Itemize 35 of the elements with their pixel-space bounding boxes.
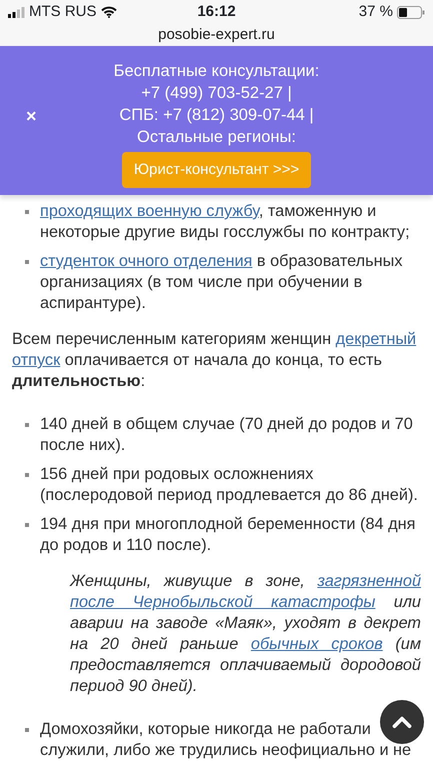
scroll-top-button[interactable]	[380, 700, 424, 744]
clock-time: 16:12	[197, 2, 236, 22]
banner-text: Бесплатные консультации:	[114, 62, 320, 80]
banner-text: Остальные регионы:	[137, 128, 296, 146]
carrier-name: MTS RUS	[29, 2, 96, 22]
banner-text: +7 (499) 703-52-27 |	[141, 84, 292, 102]
text-link[interactable]: после Чернобыльской катастрофы	[70, 593, 376, 611]
wifi-icon	[100, 6, 116, 18]
list-item-text: 194 дня при многоплодной беременности (84 дня до родов и 110 после).	[40, 515, 416, 554]
text-link[interactable]: обычных сроков	[250, 635, 383, 653]
battery-percent: 37 %	[358, 2, 393, 22]
bullet-mark	[25, 728, 29, 732]
list-item-text: 156 дней при родовых осложнениях (послеродовой период продлевается до 86 дней).	[40, 465, 418, 504]
battery-icon	[397, 6, 425, 18]
text-link[interactable]: студенток очного отделения	[40, 252, 252, 270]
bullet-mark	[25, 210, 29, 214]
bullet-mark	[25, 260, 29, 264]
list-item-text: 140 дней в общем случае (70 дней до родов и 70 после них).	[40, 415, 413, 454]
bullet-mark	[25, 423, 29, 427]
text-link[interactable]: отпуск	[12, 351, 60, 369]
text-link[interactable]: проходящих военную службу	[40, 202, 259, 220]
text-link[interactable]: загрязненной	[317, 572, 421, 590]
bullet-mark	[25, 523, 29, 527]
chevron-up-icon	[392, 715, 412, 729]
list-item-text: студенток очного отделения в образовательных организациях (в том числе при обучении в аспирантуре).	[40, 252, 402, 312]
paragraph-text: Всем перечисленным категориям женщин декретный отпуск оплачивается от начала до конца, то есть длительностью:	[11, 329, 418, 392]
list-item-text: проходящих военную службу, таможенную и некоторые другие виды госслужбы по контракту;	[40, 202, 410, 241]
quote-text: Женщины, живущие в зоне, загрязненной после Чернобыльской катастрофы или аварии на заводе «Маяк», уходят в декрет на 20 дней раньше обычных сроков (им предоставляется оплачиваемый дородовой период 90 дней).	[68, 571, 422, 697]
banner-text: СПБ: +7 (812) 309-07-44 |	[119, 106, 314, 124]
bullet-mark	[25, 473, 29, 477]
list-item-text: Домохозяйки, которые никогда не работали	[40, 720, 371, 738]
signal-icon	[8, 6, 25, 18]
list-item-text: служили, либо же трудились неофициально и не	[40, 741, 412, 759]
close-button[interactable]: ×	[22, 106, 41, 126]
text-link[interactable]: декретный	[336, 330, 416, 348]
